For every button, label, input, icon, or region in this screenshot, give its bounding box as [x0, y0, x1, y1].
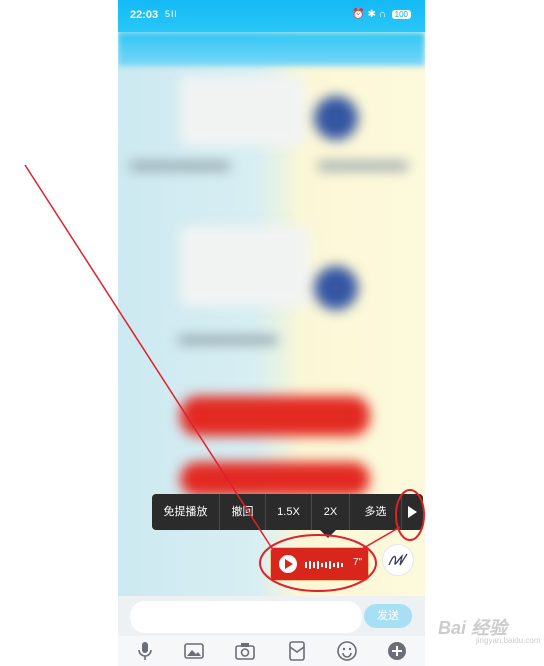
emoji-icon[interactable]: [336, 640, 358, 662]
voice-context-menu: 免提播放 撤回 1.5X 2X 多选: [152, 494, 423, 530]
voice-duration: 7": [353, 557, 363, 568]
phone-screen: 22:03 5Il ⏰ ✱ ∩ 100 免提播放 撤回 1.5X 2X 多选 7…: [118, 0, 425, 666]
headset-icon: ∩: [378, 9, 386, 20]
voice-waveform-icon: [305, 561, 343, 569]
blurred-text: [318, 162, 408, 170]
blurred-text: [130, 162, 230, 170]
status-time: 22:03: [130, 9, 159, 21]
menu-pointer: [320, 530, 336, 538]
battery-icon: 100: [391, 10, 411, 19]
bluetooth-icon: ✱: [367, 9, 376, 20]
menu-item-multi-select[interactable]: 多选: [350, 494, 402, 530]
signal-indicator: 5Il: [165, 9, 178, 19]
status-bar: 22:03 5Il ⏰ ✱ ∩ 100: [118, 0, 425, 32]
red-message-bar: [180, 462, 370, 496]
red-message-bar: [180, 396, 370, 436]
send-button[interactable]: 发送: [364, 604, 412, 628]
menu-item-speaker-play[interactable]: 免提播放: [152, 494, 220, 530]
baidu-watermark: Bai 经验 jingyan.baidu.com: [418, 606, 540, 646]
sender-avatar[interactable]: [382, 544, 414, 576]
microphone-icon[interactable]: [134, 640, 156, 662]
voice-play-button[interactable]: [279, 555, 297, 573]
voice-message-bubble[interactable]: 7": [270, 547, 369, 581]
menu-more-button[interactable]: [402, 494, 423, 530]
chat-title-bar: [118, 32, 425, 66]
avatar: [314, 266, 358, 310]
avatar: [314, 96, 358, 140]
message-input[interactable]: [130, 601, 362, 633]
message-bubble: [180, 226, 310, 306]
blurred-text: [178, 336, 278, 344]
play-icon: [285, 559, 293, 569]
menu-item-speed-2x[interactable]: 2X: [312, 494, 350, 530]
camera-icon[interactable]: [234, 640, 256, 662]
blurred-chat-history: [118, 66, 425, 496]
plus-icon[interactable]: [386, 640, 408, 662]
menu-item-speed-1-5x[interactable]: 1.5X: [266, 494, 312, 530]
input-bar: 发送: [118, 596, 425, 636]
red-packet-icon[interactable]: [286, 640, 308, 662]
alarm-icon: ⏰: [352, 9, 365, 20]
menu-item-recall[interactable]: 撤回: [220, 494, 266, 530]
watermark-subtext: jingyan.baidu.com: [476, 636, 541, 645]
chat-toolbar: [118, 636, 425, 666]
signature-avatar-icon: [388, 553, 408, 566]
status-icons: ⏰ ✱ ∩ 100: [352, 9, 411, 20]
play-triangle-icon: [408, 506, 417, 518]
message-bubble: [180, 76, 305, 146]
image-icon[interactable]: [183, 640, 205, 662]
